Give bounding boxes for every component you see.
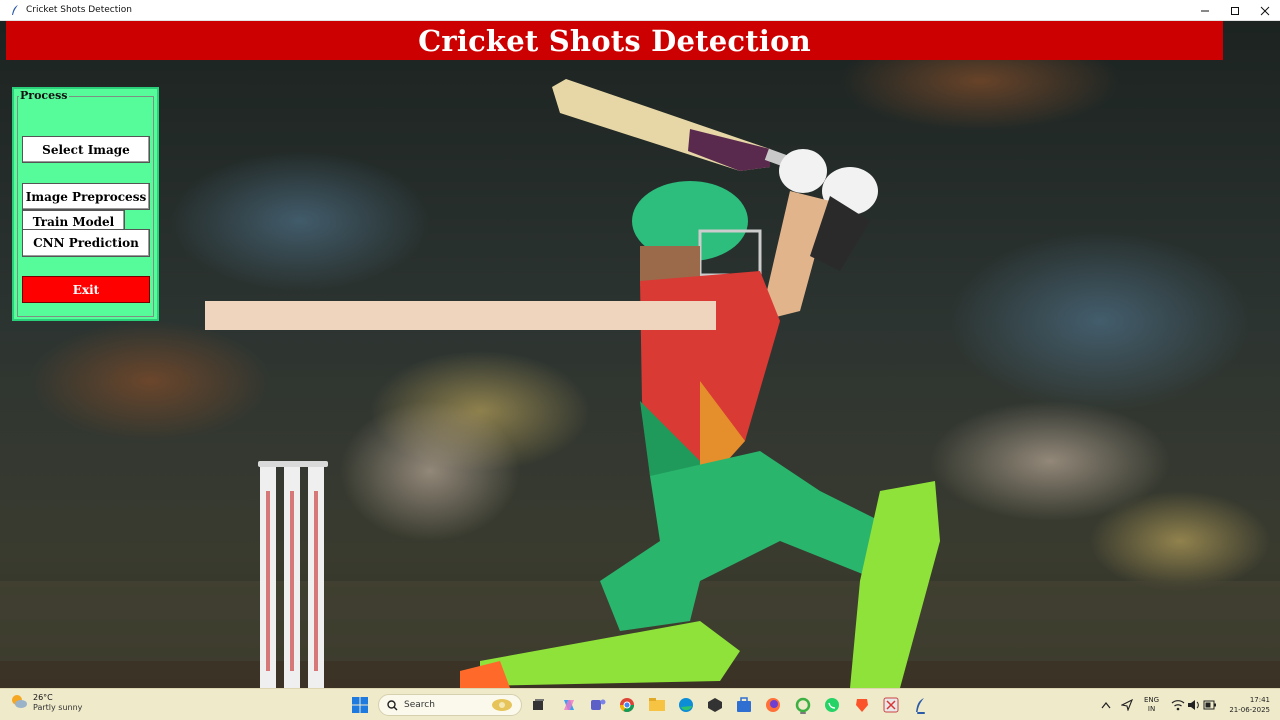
process-panel: Process Select Image Image Preprocess Tr…	[12, 87, 159, 321]
teams-icon[interactable]	[588, 695, 608, 715]
cricket-background-image	[0, 21, 1280, 688]
close-icon	[1260, 6, 1270, 15]
weather-desc: Partly sunny	[33, 703, 83, 712]
battery-icon[interactable]	[1200, 695, 1220, 715]
search-icon	[387, 699, 398, 711]
firefox-icon[interactable]	[763, 695, 783, 715]
process-legend: Process	[19, 89, 69, 102]
select-image-button[interactable]: Select Image	[22, 136, 150, 163]
search-placeholder: Search	[404, 700, 435, 710]
weather-widget[interactable]: 26°C Partly sunny	[10, 693, 82, 713]
windows-start-icon[interactable]	[350, 695, 370, 715]
partly-sunny-icon	[10, 693, 28, 713]
active-indicator	[917, 712, 925, 714]
language-indicator[interactable]: ENG IN	[1144, 696, 1159, 714]
file-explorer-icon[interactable]	[647, 695, 667, 715]
maximize-icon	[1231, 6, 1239, 15]
result-label	[205, 301, 716, 330]
active-indicator	[800, 712, 806, 714]
clock-time: 17:41	[1249, 696, 1270, 704]
location-icon[interactable]	[1117, 695, 1137, 715]
app-window: Cricket Shots Detection Process Select I…	[0, 21, 1280, 688]
image-preprocess-button[interactable]: Image Preprocess	[22, 183, 150, 210]
taskbar: 26°C Partly sunny Search ENG IN 17:41 21…	[0, 688, 1280, 720]
taskbar-search-box[interactable]: Search	[378, 694, 522, 716]
minimize-icon	[1201, 10, 1209, 11]
edge-icon[interactable]	[676, 695, 696, 715]
window-title: Cricket Shots Detection	[26, 5, 132, 15]
minimize-button[interactable]	[1190, 0, 1220, 21]
feather-app-icon[interactable]	[910, 695, 930, 715]
task-view-icon[interactable]	[528, 695, 548, 715]
circle-app-icon[interactable]	[793, 695, 813, 715]
chevron-up-icon[interactable]	[1096, 695, 1116, 715]
store-icon[interactable]	[734, 695, 754, 715]
close-button[interactable]	[1250, 0, 1280, 21]
language-line2: IN	[1147, 705, 1156, 713]
exit-button[interactable]: Exit	[22, 276, 150, 303]
weather-temp: 26°C	[33, 693, 53, 702]
stumps	[258, 461, 328, 688]
maximize-button[interactable]	[1220, 0, 1250, 21]
page-title: Cricket Shots Detection	[418, 23, 811, 58]
cnn-prediction-button[interactable]: CNN Prediction	[22, 229, 150, 257]
brave-icon[interactable]	[852, 695, 872, 715]
chrome-icon[interactable]	[617, 695, 637, 715]
search-highlight-icon	[491, 698, 513, 712]
taskbar-clock[interactable]: 17:41 21-06-2025	[1222, 695, 1270, 715]
copilot-icon[interactable]	[559, 695, 579, 715]
window-controls	[1190, 0, 1280, 21]
language-line1: ENG	[1144, 696, 1160, 704]
clock-date: 21-06-2025	[1229, 706, 1270, 714]
header-banner: Cricket Shots Detection	[6, 21, 1223, 60]
feather-icon	[8, 3, 22, 17]
whatsapp-icon[interactable]	[822, 695, 842, 715]
window-title-bar: Cricket Shots Detection	[0, 0, 1280, 21]
snip-icon[interactable]	[881, 695, 901, 715]
terminal-icon[interactable]	[705, 695, 725, 715]
